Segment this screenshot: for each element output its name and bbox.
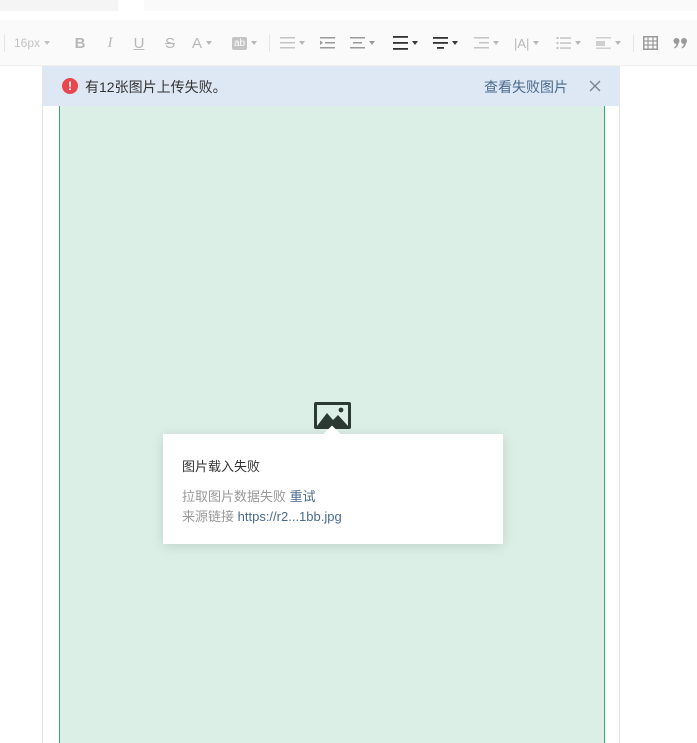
font-color-icon: A [192, 34, 203, 52]
chevron-down-icon [575, 41, 581, 45]
align-justify-button[interactable] [280, 32, 305, 54]
quote-icon [673, 38, 687, 49]
letter-spacing-button[interactable]: |A| [514, 32, 540, 54]
chevron-down-icon [299, 41, 305, 45]
quote-button[interactable] [673, 32, 688, 54]
line-height-button[interactable] [393, 32, 418, 54]
editor-toolbar: 16px B I U S A ab |A| [0, 20, 697, 66]
tab-area [144, 0, 697, 11]
bullet-list-button[interactable] [556, 32, 581, 54]
letter-spacing-icon: |A| [514, 35, 530, 51]
chevron-down-icon [493, 41, 499, 45]
bold-button[interactable]: B [72, 32, 88, 54]
chevron-down-icon [251, 41, 258, 45]
fetch-failed-label: 拉取图片数据失败 [182, 489, 287, 504]
fetch-failed-line: 拉取图片数据失败 重试 [182, 486, 316, 505]
source-label: 来源链接 [182, 509, 235, 524]
toolbar-separator [633, 34, 634, 52]
error-icon: ! [62, 78, 78, 94]
insert-table-button[interactable] [643, 32, 658, 54]
align-justify-icon [280, 37, 295, 49]
source-link-line: 来源链接 https://r2...1bb.jpg [182, 506, 342, 525]
banner-message: 有12张图片上传失败。 [85, 79, 227, 95]
paragraph-align-button[interactable] [350, 32, 375, 54]
paragraph-spacing-button[interactable] [433, 32, 458, 54]
underline-button[interactable]: U [131, 32, 147, 54]
indent-button[interactable] [320, 32, 335, 54]
broken-image-icon [314, 402, 351, 429]
underline-icon: U [133, 34, 145, 52]
paragraph-spacing-icon [433, 37, 448, 49]
chevron-down-icon [206, 41, 213, 45]
outdent-icon [474, 37, 489, 49]
popup-title: 图片载入失败 [182, 459, 261, 474]
highlight-icon: ab [232, 36, 248, 50]
error-mark: ! [68, 79, 72, 93]
italic-button[interactable]: I [102, 32, 118, 54]
bold-icon: B [74, 34, 86, 52]
tab-strip [0, 0, 697, 11]
line-height-icon [393, 36, 408, 50]
chevron-down-icon [412, 41, 418, 45]
source-url-link[interactable]: https://r2...1bb.jpg [238, 509, 342, 524]
font-size-value: 16px [14, 36, 41, 50]
italic-icon: I [107, 34, 113, 51]
table-icon [643, 36, 658, 50]
font-size-select[interactable]: 16px [14, 32, 51, 54]
block-style-button[interactable] [596, 32, 621, 54]
image-load-error-popup: 图片载入失败 拉取图片数据失败 重试 来源链接 https://r2...1bb… [163, 425, 503, 544]
tab-gap [118, 0, 144, 11]
chevron-down-icon [452, 41, 458, 45]
block-style-icon [596, 37, 611, 49]
strikethrough-button[interactable]: S [162, 32, 178, 54]
toolbar-separator [4, 34, 5, 52]
highlight-button[interactable]: ab [232, 32, 258, 54]
align-center-icon [350, 37, 365, 49]
chevron-down-icon [369, 41, 375, 45]
font-color-button[interactable]: A [192, 32, 213, 54]
retry-link[interactable]: 重试 [290, 489, 316, 504]
strikethrough-icon: S [164, 34, 175, 52]
chevron-down-icon [615, 41, 621, 45]
chevron-down-icon [44, 41, 51, 45]
close-icon[interactable] [587, 78, 603, 94]
list-indent-button[interactable] [474, 32, 499, 54]
upload-error-banner: ! 有12张图片上传失败。 查看失败图片 [42, 66, 620, 106]
indent-icon [320, 37, 335, 49]
view-failed-images-link[interactable]: 查看失败图片 [484, 77, 568, 97]
bullet-list-icon [556, 37, 571, 49]
toolbar-separator [269, 34, 270, 52]
chevron-down-icon [533, 41, 540, 45]
